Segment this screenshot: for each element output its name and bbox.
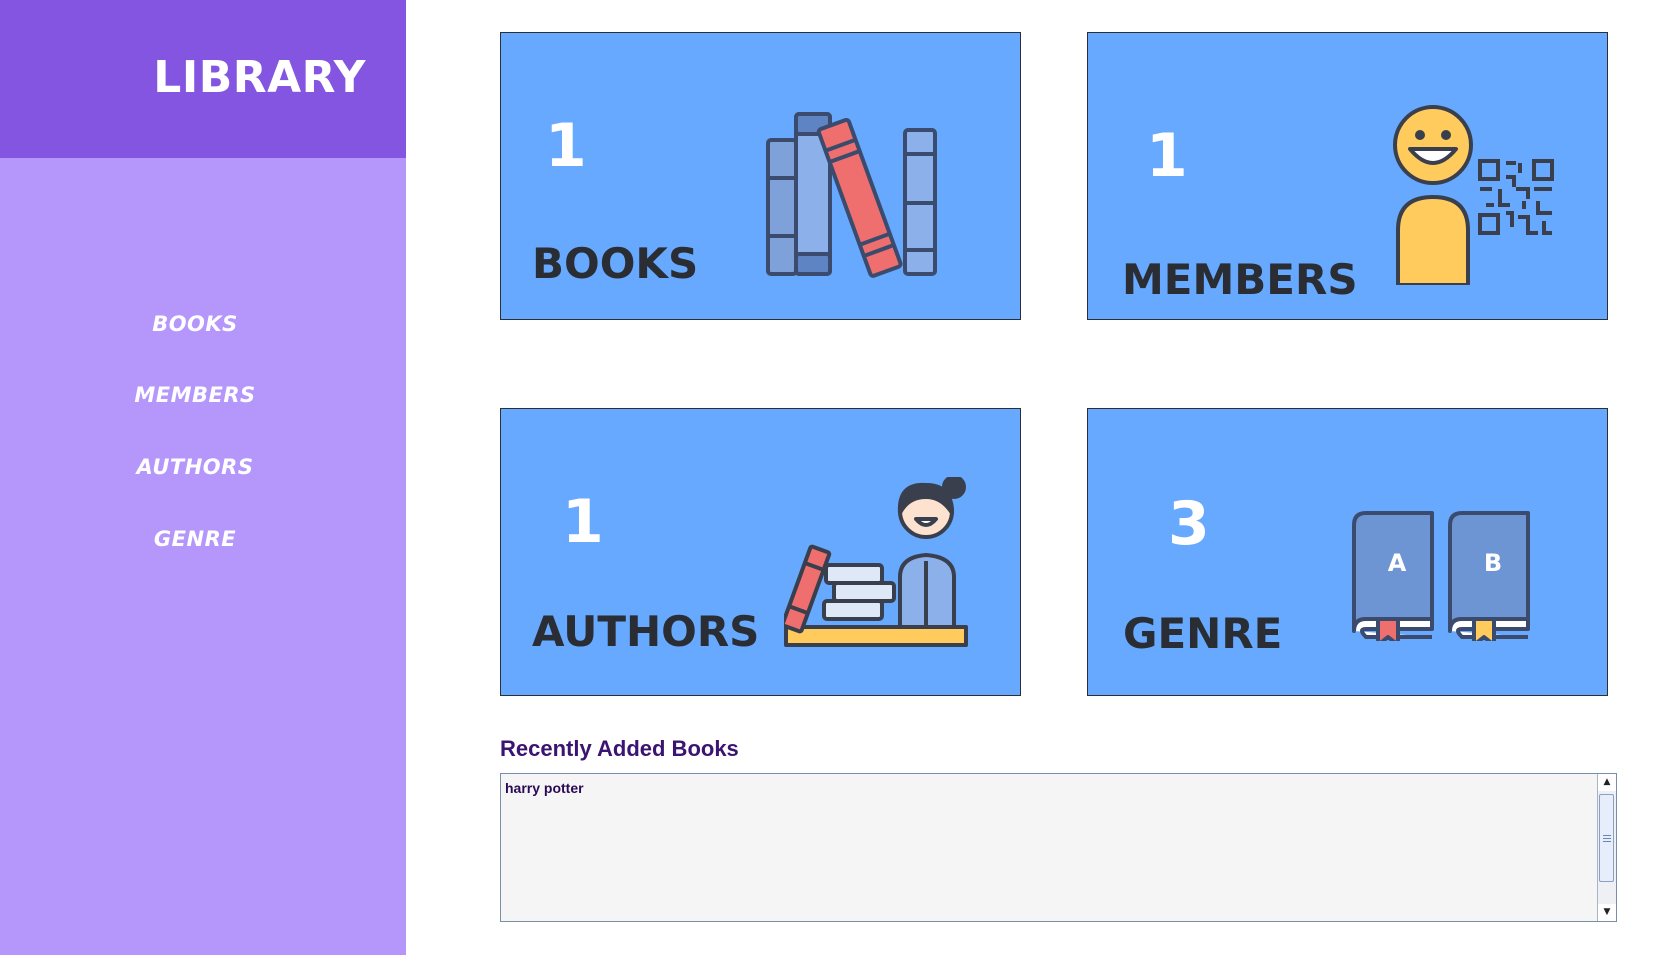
authors-card[interactable]: 1 AUTHORS	[500, 408, 1021, 696]
books-shelf-icon	[766, 112, 937, 278]
members-card[interactable]: 1 MEMBERS	[1087, 32, 1608, 320]
scroll-up-icon[interactable]: ▲	[1598, 774, 1616, 791]
nav-members[interactable]: MEMBERS	[0, 383, 390, 407]
genre-books-icon: A B	[1352, 511, 1530, 641]
genre-label: GENRE	[1123, 609, 1283, 658]
scroll-down-icon[interactable]: ▼	[1598, 904, 1616, 921]
nav-authors[interactable]: AUTHORS	[0, 455, 390, 479]
recent-books-list[interactable]: harry potter ▲ ▼	[500, 773, 1617, 922]
authors-count: 1	[562, 487, 604, 557]
books-card[interactable]: 1 BOOKS	[500, 32, 1021, 320]
books-label: BOOKS	[532, 239, 699, 288]
vertical-scrollbar[interactable]: ▲ ▼	[1597, 774, 1616, 921]
members-label: MEMBERS	[1122, 255, 1358, 304]
authors-label: AUTHORS	[532, 607, 760, 656]
sidebar-header: LIBRARY	[0, 0, 406, 158]
books-count: 1	[545, 111, 587, 181]
list-item[interactable]: harry potter	[505, 780, 584, 796]
members-count: 1	[1146, 121, 1188, 191]
genre-count: 3	[1168, 489, 1210, 559]
genre-card[interactable]: 3 GENRE A B	[1087, 408, 1608, 696]
genre-letter-a: A	[1388, 549, 1407, 577]
recent-books-title: Recently Added Books	[500, 736, 739, 761]
scroll-thumb[interactable]	[1599, 794, 1614, 882]
author-desk-icon	[784, 477, 968, 647]
nav-books[interactable]: BOOKS	[0, 312, 390, 336]
sidebar: LIBRARY BOOKS MEMBERS AUTHORS GENRE	[0, 0, 406, 955]
app-title: LIBRARY	[153, 52, 366, 103]
genre-letter-b: B	[1484, 549, 1502, 577]
member-qr-icon	[1393, 105, 1554, 285]
nav-genre[interactable]: GENRE	[0, 527, 390, 551]
